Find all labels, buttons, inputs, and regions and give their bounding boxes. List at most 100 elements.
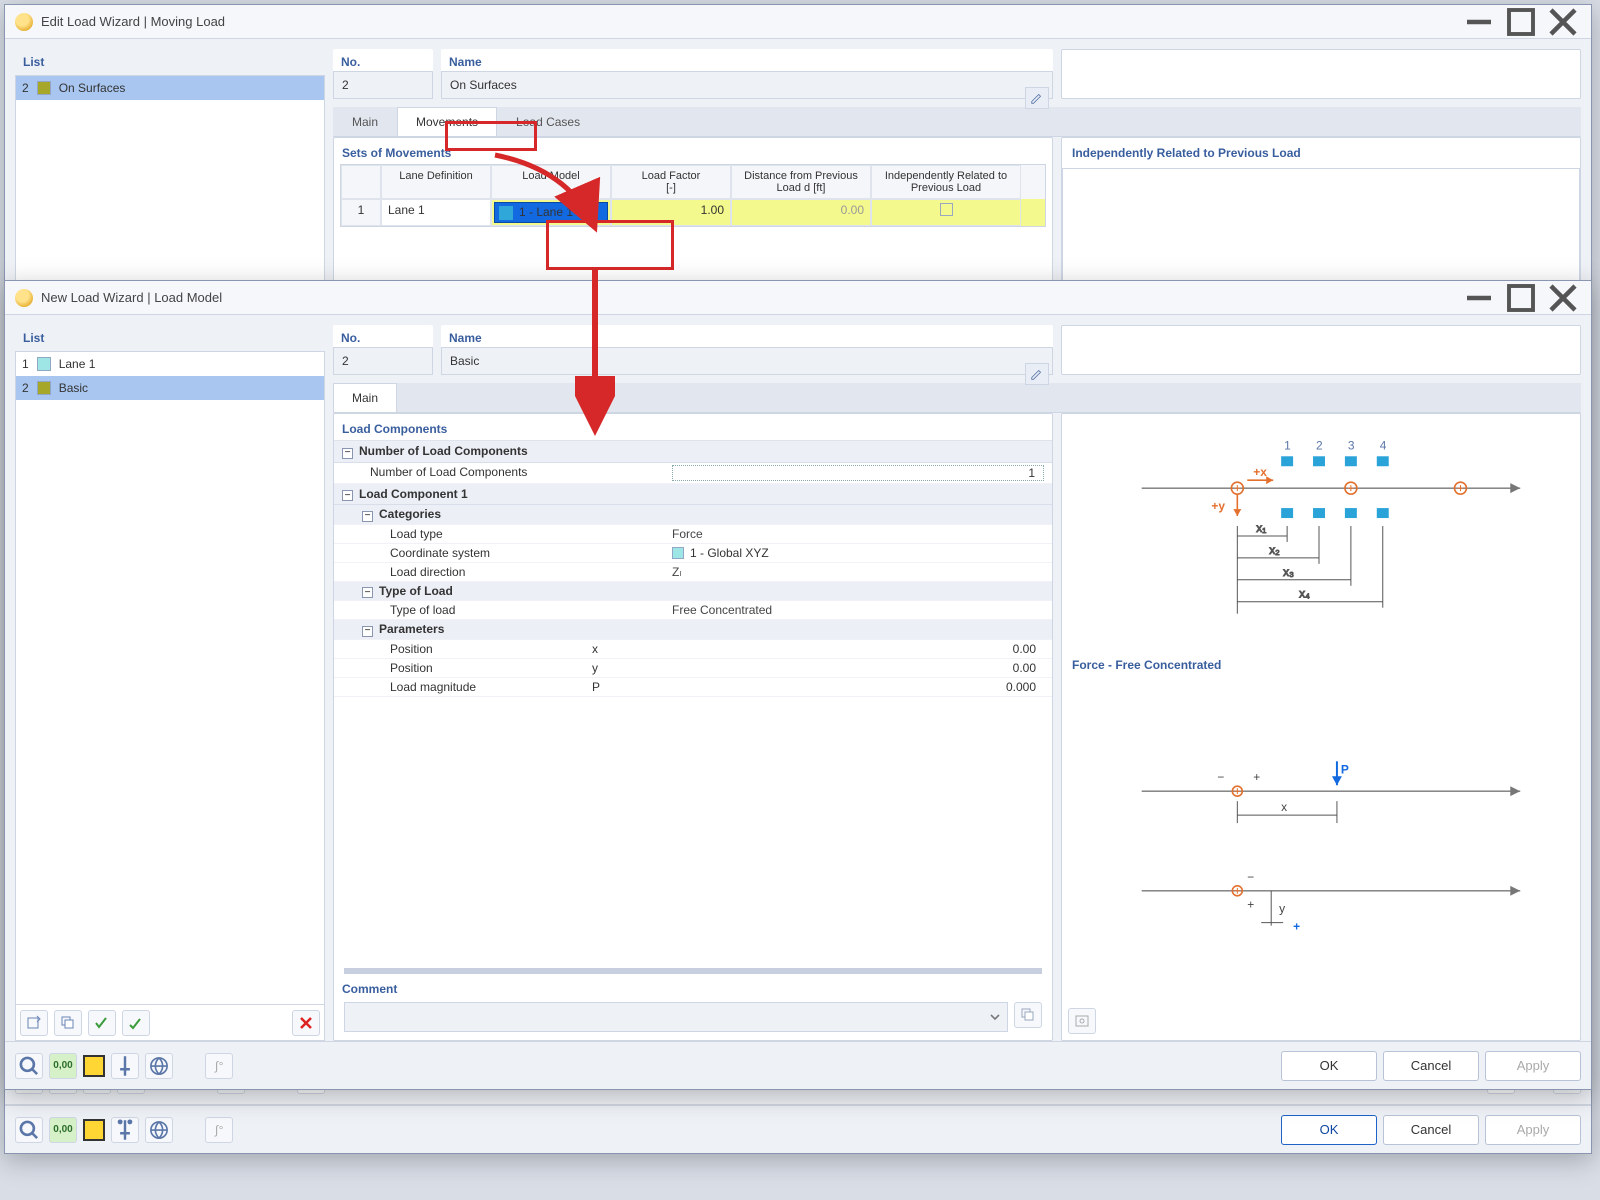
tree-symbol: x (592, 642, 672, 656)
no-field[interactable]: 2 (333, 347, 433, 375)
svg-text:1: 1 (1284, 438, 1291, 452)
list-box[interactable]: 1 Lane 1 2 Basic (15, 351, 325, 1005)
tree-label: Position (342, 642, 592, 656)
cell-lane[interactable]: Lane 1 (381, 199, 491, 226)
tab-bar: Main (333, 383, 1581, 413)
svg-text:3: 3 (1348, 438, 1355, 452)
close-button[interactable] (1545, 285, 1581, 311)
ok-button[interactable]: OK (1281, 1115, 1377, 1145)
name-field[interactable]: On Surfaces (441, 71, 1053, 99)
chevron-down-icon[interactable] (989, 1011, 1001, 1023)
tree-value[interactable]: 0.000 (672, 680, 1044, 694)
tree-value[interactable]: 1 (672, 465, 1044, 481)
name-label: Name (441, 325, 1053, 347)
movements-grid[interactable]: Lane Definition Load Model Load Factor [… (340, 164, 1046, 227)
close-button[interactable] (1545, 9, 1581, 35)
list-item[interactable]: 2 Basic (16, 376, 324, 400)
pin-icon[interactable] (111, 1053, 139, 1079)
minimize-button[interactable] (1461, 285, 1497, 311)
no-field[interactable]: 2 (333, 71, 433, 99)
right-panel-label: Independently Related to Previous Load (1062, 138, 1580, 168)
name-field[interactable]: Basic (441, 347, 1053, 375)
tree-header: Number of Load Components (359, 444, 528, 458)
units-icon[interactable]: 0,00 (49, 1053, 77, 1079)
globe-icon[interactable] (145, 1053, 173, 1079)
load-components-label: Load Components (334, 414, 1052, 440)
tree-value[interactable]: 1 - Global XYZ (672, 546, 1044, 560)
tree-label: Type of load (342, 603, 592, 617)
new-icon[interactable] (20, 1010, 48, 1036)
apply-button[interactable]: Apply (1485, 1051, 1581, 1081)
apply-button[interactable]: Apply (1485, 1115, 1581, 1145)
edit-name-button[interactable] (1025, 87, 1049, 109)
tree-value[interactable]: Zₗ (672, 565, 1044, 579)
collapse-icon[interactable]: − (362, 511, 373, 522)
check2-icon[interactable] (122, 1010, 150, 1036)
minimize-button[interactable] (1461, 9, 1497, 35)
preview-icon[interactable] (1068, 1008, 1096, 1034)
search-icon[interactable] (15, 1053, 43, 1079)
comment-field[interactable] (344, 1002, 1008, 1032)
property-tree[interactable]: −Number of Load Components Number of Loa… (334, 440, 1052, 960)
list-item-num: 2 (22, 81, 29, 95)
cell-indep[interactable] (871, 199, 1021, 226)
tree-value[interactable]: 0.00 (672, 661, 1044, 675)
color-swatch-button[interactable] (83, 1055, 105, 1077)
window-title: Edit Load Wizard | Moving Load (41, 14, 1461, 29)
search-icon[interactable] (15, 1117, 43, 1143)
tab-load-cases[interactable]: Load Cases (497, 107, 599, 136)
tree-label: Load direction (342, 565, 592, 579)
list-item[interactable]: 2 On Surfaces (16, 76, 324, 100)
no-label: No. (333, 325, 433, 347)
svg-text:2: 2 (1316, 438, 1323, 452)
tab-movements[interactable]: Movements (397, 107, 497, 136)
tree-value[interactable]: 0.00 (672, 642, 1044, 656)
col-independently: Independently Related to Previous Load (871, 165, 1021, 199)
app-icon (15, 289, 33, 307)
cell-distance[interactable]: 0.00 (731, 199, 871, 226)
ok-button[interactable]: OK (1281, 1051, 1377, 1081)
name-label: Name (441, 49, 1053, 71)
diagram-top: 1234 +x +y (1062, 414, 1580, 644)
tree-value[interactable]: Force (672, 527, 1044, 541)
tree-label: Load type (342, 527, 592, 541)
maximize-button[interactable] (1503, 9, 1539, 35)
tab-main[interactable]: Main (333, 107, 397, 136)
svg-text:x₃: x₃ (1283, 565, 1294, 579)
function-icon[interactable]: ∫° (205, 1117, 233, 1143)
collapse-icon[interactable]: − (342, 448, 353, 459)
list-item-label: On Surfaces (59, 81, 126, 95)
maximize-button[interactable] (1503, 285, 1539, 311)
edit-name-button[interactable] (1025, 363, 1049, 385)
delete-icon[interactable] (292, 1010, 320, 1036)
swatch-icon (37, 381, 51, 395)
comment-library-icon[interactable] (1014, 1002, 1042, 1028)
svg-text:x₄: x₄ (1299, 587, 1310, 601)
titlebar: Edit Load Wizard | Moving Load (5, 5, 1591, 39)
color-swatch-button[interactable] (83, 1119, 105, 1141)
list-item[interactable]: 1 Lane 1 (16, 352, 324, 376)
tab-main[interactable]: Main (333, 383, 397, 412)
tree-label: Coordinate system (342, 546, 592, 560)
tree-value[interactable]: Free Concentrated (672, 603, 1044, 617)
col-lane-definition: Lane Definition (381, 165, 491, 199)
grid-row[interactable]: 1 Lane 1 1 - Lane 1 1.00 0.00 (341, 199, 1045, 226)
no-label: No. (333, 49, 433, 71)
titlebar-2: New Load Wizard | Load Model (5, 281, 1591, 315)
footer-back-main: 0,00 ∫° OK Cancel Apply (5, 1105, 1591, 1153)
svg-text:−: − (1247, 870, 1254, 884)
cancel-button[interactable]: Cancel (1383, 1051, 1479, 1081)
copy-icon[interactable] (54, 1010, 82, 1036)
collapse-icon[interactable]: − (362, 587, 373, 598)
footer-front: 0,00 ∫° OK Cancel Apply (5, 1041, 1591, 1089)
units-icon[interactable]: 0,00 (49, 1117, 77, 1143)
cancel-button[interactable]: Cancel (1383, 1115, 1479, 1145)
svg-text:+x: +x (1253, 465, 1267, 479)
collapse-icon[interactable]: − (362, 626, 373, 637)
pin-icon[interactable] (111, 1117, 139, 1143)
function-icon[interactable]: ∫° (205, 1053, 233, 1079)
collapse-icon[interactable]: − (342, 490, 353, 501)
globe-icon[interactable] (145, 1117, 173, 1143)
check-icon[interactable] (88, 1010, 116, 1036)
list-item-label: Basic (59, 381, 88, 395)
